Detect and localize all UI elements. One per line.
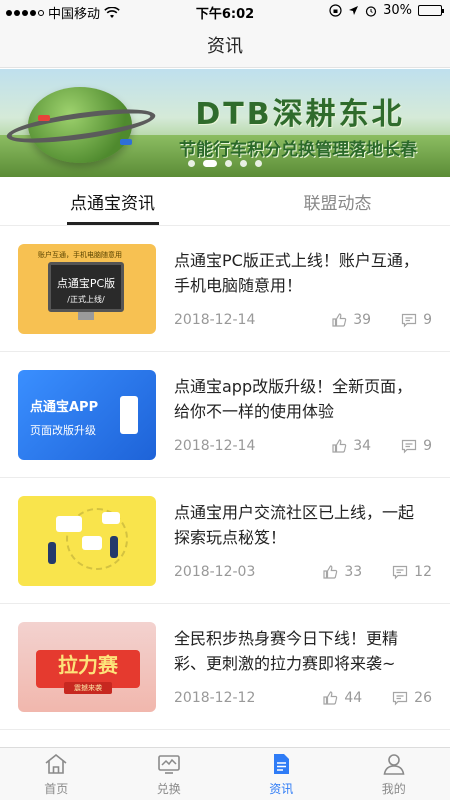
article-thumbnail: 账户互通，手机电脑随意用 点通宝PC版 /正式上线/ — [18, 244, 156, 334]
location-icon — [349, 6, 359, 15]
home-icon — [45, 753, 67, 774]
alarm-icon — [365, 5, 377, 17]
thumb-phone-illustration — [120, 396, 138, 434]
comment-icon[interactable] — [392, 564, 408, 580]
article-item[interactable]: 点通宝用户交流社区已上线，一起探索玩点秘笈！ 2018-12-03 33 12 — [0, 478, 450, 604]
carousel-indicator — [0, 160, 450, 167]
article-title: 点通宝app改版升级！全新页面，给你不一样的使用体验 — [174, 377, 413, 421]
banner-subtitle: 节能行车积分兑换管理落地长春 — [179, 140, 417, 160]
carousel-dot[interactable] — [188, 160, 195, 167]
article-item[interactable]: 账户互通，手机电脑随意用 点通宝PC版 /正式上线/ 点通宝PC版正式上线！账户… — [0, 226, 450, 352]
comment-icon[interactable] — [401, 312, 417, 328]
article-thumbnail: 点通宝APP 页面改版升级 — [18, 370, 156, 460]
thumb-subtitle: 震撼来袭 — [64, 682, 112, 694]
thumbs-up-icon[interactable] — [331, 312, 347, 328]
comment-icon[interactable] — [401, 438, 417, 454]
article-date: 2018-12-14 — [174, 312, 256, 328]
comment-count: 26 — [414, 690, 432, 706]
comment-count: 9 — [423, 438, 432, 454]
like-count: 44 — [344, 690, 363, 706]
article-stats: 44 26 — [322, 690, 432, 706]
thumb-subtitle: 页面改版升级 — [30, 424, 96, 437]
status-bar: 中国移动 下午6:02 30% — [0, 0, 450, 22]
thumb-monitor-stand — [78, 312, 94, 320]
document-icon — [274, 753, 290, 774]
like-count: 34 — [353, 438, 372, 454]
article-date: 2018-12-03 — [174, 564, 256, 580]
tabbar-label: 兑换 — [156, 781, 181, 796]
thumb-caption: 账户互通，手机电脑随意用 — [38, 251, 122, 259]
thumb-title: 点通宝PC版 — [56, 277, 116, 290]
like-count: 39 — [353, 312, 372, 328]
tab-alliance-news[interactable]: 联盟动态 — [225, 177, 450, 225]
comment-count: 9 — [423, 312, 432, 328]
article-item[interactable]: 点通宝APP 页面改版升级 点通宝app改版升级！全新页面，给你不一样的使用体验… — [0, 352, 450, 478]
carousel-dot[interactable] — [240, 160, 247, 167]
tabbar-item-exchange[interactable]: 兑换 — [113, 748, 226, 800]
carousel-dot[interactable] — [203, 160, 217, 167]
article-stats: 34 9 — [331, 438, 432, 454]
article-stats: 33 12 — [322, 564, 432, 580]
thumb-title: 点通宝APP — [30, 400, 99, 415]
tabbar-item-news[interactable]: 资讯 — [225, 748, 338, 800]
page-title: 资讯 — [207, 35, 243, 57]
thumb-monitor: 点通宝PC版 /正式上线/ — [48, 262, 124, 312]
tabbar-item-home[interactable]: 首页 — [0, 748, 113, 800]
thumb-card — [56, 516, 82, 532]
thumb-card — [82, 536, 102, 550]
banner-title: DTB深耕东北 — [195, 97, 405, 132]
nav-bar: 资讯 — [0, 22, 450, 68]
thumbs-up-icon[interactable] — [322, 690, 338, 706]
tab-dtb-news[interactable]: 点通宝资讯 — [0, 177, 225, 225]
article-title: 点通宝PC版正式上线！账户互通，手机电脑随意用！ — [174, 251, 419, 295]
tabbar-label: 我的 — [381, 781, 406, 796]
article-item[interactable]: 拉力赛 震撼来袭 全民积步热身赛今日下线！更精彩、更刺激的拉力赛即将来袭~ 20… — [0, 604, 450, 730]
article-thumbnail — [18, 496, 156, 586]
tabbar-label: 资讯 — [269, 781, 294, 796]
thumb-person — [110, 536, 118, 558]
comment-icon[interactable] — [392, 690, 408, 706]
bottom-tab-bar: 首页 兑换 资讯 我的 — [0, 747, 450, 800]
rotation-lock-icon — [329, 4, 342, 17]
thumb-person — [48, 542, 56, 564]
thumb-subtitle: /正式上线/ — [67, 295, 105, 304]
tabbar-item-profile[interactable]: 我的 — [338, 748, 450, 800]
article-date: 2018-12-12 — [174, 690, 256, 706]
carousel-dot[interactable] — [225, 160, 232, 167]
like-count: 33 — [344, 564, 363, 580]
news-tabs: 点通宝资讯 联盟动态 — [0, 177, 450, 226]
article-stats: 39 9 — [331, 312, 432, 328]
article-list: 账户互通，手机电脑随意用 点通宝PC版 /正式上线/ 点通宝PC版正式上线！账户… — [0, 226, 450, 730]
article-title: 全民积步热身赛今日下线！更精彩、更刺激的拉力赛即将来袭~ — [174, 629, 399, 673]
exchange-icon — [157, 754, 180, 774]
article-thumbnail: 拉力赛 震撼来袭 — [18, 622, 156, 712]
thumbs-up-icon[interactable] — [322, 564, 338, 580]
thumbs-up-icon[interactable] — [331, 438, 347, 454]
status-right: 30% — [329, 3, 444, 18]
article-title: 点通宝用户交流社区已上线，一起探索玩点秘笈！ — [174, 503, 415, 547]
comment-count: 12 — [414, 564, 432, 580]
thumb-card — [102, 512, 120, 524]
article-date: 2018-12-14 — [174, 438, 256, 454]
user-icon — [383, 753, 405, 775]
banner-car — [38, 115, 50, 121]
tabbar-label: 首页 — [44, 781, 69, 796]
banner-car — [120, 139, 132, 145]
battery-icon — [418, 5, 444, 16]
banner-carousel[interactable]: DTB深耕东北 节能行车积分兑换管理落地长春 — [0, 69, 450, 177]
battery-percent: 30% — [383, 3, 412, 18]
carousel-dot[interactable] — [255, 160, 262, 167]
